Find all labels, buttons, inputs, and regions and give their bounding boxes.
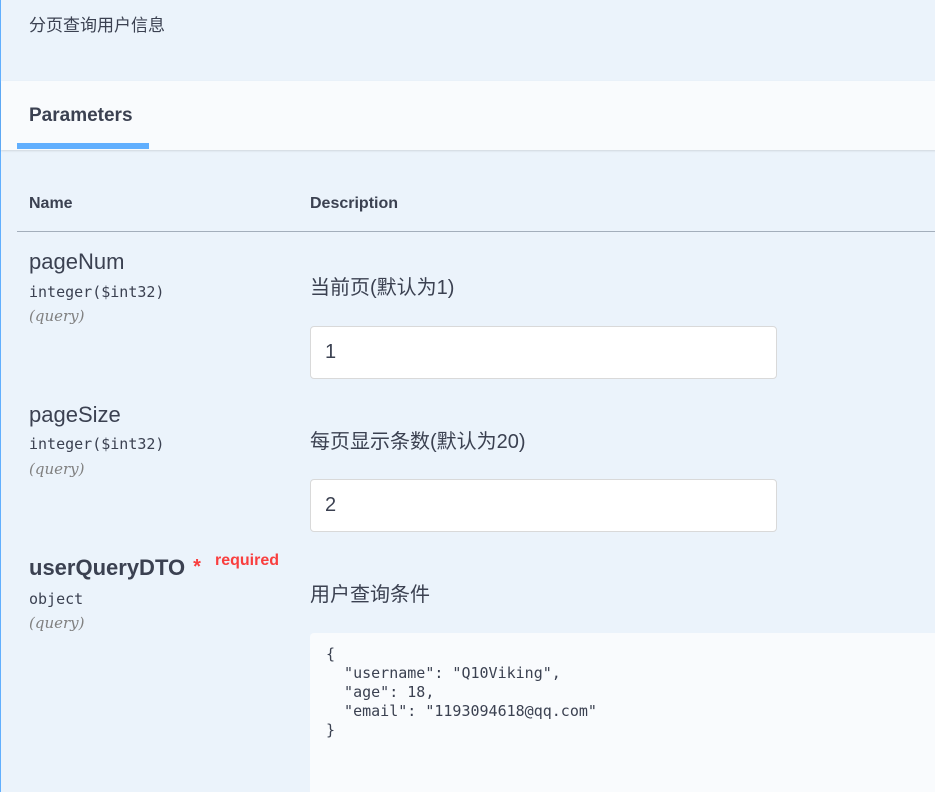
tab-active-indicator (17, 143, 149, 149)
param-description-userquerydto: 用户查询条件 (310, 584, 430, 606)
param-location-pagesize: (query) (29, 460, 85, 478)
operation-panel: 分页查询用户信息 Parameters Name Description pag… (0, 0, 935, 792)
param-type-pagenum: integer($int32) (29, 283, 165, 301)
param-name-pagesize: pageSize (29, 402, 121, 427)
parameters-tab-header: Parameters (1, 81, 935, 150)
column-header-description: Description (310, 195, 399, 212)
param-location-userquerydto: (query) (29, 614, 85, 632)
header-divider (17, 231, 935, 232)
userquerydto-json-editor[interactable]: { "username": "Q10Viking", "age": 18, "e… (310, 633, 935, 792)
tab-parameters[interactable]: Parameters (29, 105, 133, 127)
param-description-pagenum: 当前页(默认为1) (310, 277, 455, 299)
required-label: required (215, 552, 280, 569)
pagesize-input[interactable] (310, 479, 777, 532)
param-name-userquerydto: userQueryDTO * (29, 555, 201, 581)
param-type-userquerydto: object (29, 590, 84, 608)
param-location-pagenum: (query) (29, 307, 85, 325)
param-description-pagesize: 每页显示条数(默认为20) (310, 431, 526, 453)
required-star: * (193, 556, 201, 578)
operation-summary: 分页查询用户信息 (29, 16, 165, 35)
param-name-pagenum: pageNum (29, 249, 125, 274)
pagenum-input[interactable] (310, 326, 777, 379)
param-type-pagesize: integer($int32) (29, 435, 165, 453)
column-header-name: Name (29, 195, 73, 212)
param-name-userquerydto-label: userQueryDTO (29, 555, 186, 580)
